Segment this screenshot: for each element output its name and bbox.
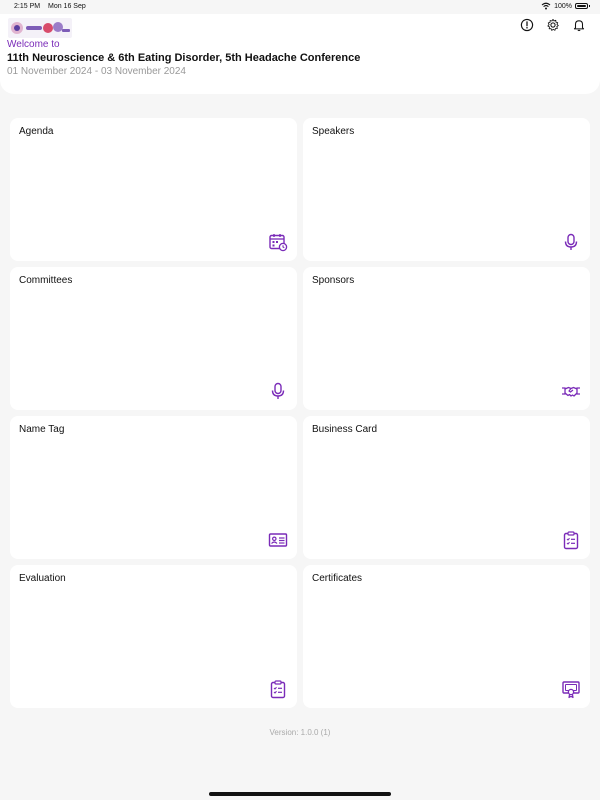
card-evaluation[interactable]: Evaluation: [10, 565, 297, 708]
status-date: Mon 16 Sep: [48, 3, 86, 10]
card-committees[interactable]: Committees: [10, 267, 297, 410]
status-indicators: 100%: [541, 2, 590, 10]
alert-icon[interactable]: [520, 18, 534, 32]
card-label: Agenda: [19, 126, 54, 137]
card-label: Evaluation: [19, 573, 66, 584]
id-card-icon: [268, 530, 288, 550]
card-certificates[interactable]: Certificates: [303, 565, 590, 708]
calendar-icon: [268, 232, 288, 252]
status-bar: 2:15 PM Mon 16 Sep 100%: [0, 0, 600, 14]
battery-percent: 100%: [554, 2, 572, 10]
card-label: Committees: [19, 275, 73, 286]
header-actions: [520, 18, 586, 32]
card-label: Business Card: [312, 424, 378, 435]
handshake-icon: [561, 381, 581, 401]
wifi-icon: [541, 2, 551, 10]
card-label: Sponsors: [312, 275, 355, 286]
card-name-tag[interactable]: Name Tag: [10, 416, 297, 559]
certificate-icon: [561, 679, 581, 699]
app-version: Version: 1.0.0 (1): [269, 728, 331, 737]
home-indicator[interactable]: [209, 792, 391, 796]
card-speakers[interactable]: Speakers: [303, 118, 590, 261]
status-time: 2:15 PM: [14, 3, 41, 10]
conference-dates: 01 November 2024 - 03 November 2024: [7, 66, 186, 77]
battery-icon: [575, 3, 590, 9]
card-business-card[interactable]: Business Card: [303, 416, 590, 559]
card-label: Name Tag: [19, 424, 65, 435]
clipboard-icon: [268, 679, 288, 699]
feature-grid: Agenda Speakers Committees Sponsors Name…: [10, 118, 590, 708]
card-label: Speakers: [312, 126, 355, 137]
welcome-label: Welcome to: [7, 39, 60, 50]
gear-icon[interactable]: [546, 18, 560, 32]
card-agenda[interactable]: Agenda: [10, 118, 297, 261]
clipboard-icon: [561, 530, 581, 550]
conference-title: 11th Neuroscience & 6th Eating Disorder,…: [7, 52, 361, 64]
microphone-icon: [561, 232, 581, 252]
app-header: Welcome to 11th Neuroscience & 6th Eatin…: [0, 14, 600, 94]
microphone-icon: [268, 381, 288, 401]
card-sponsors[interactable]: Sponsors: [303, 267, 590, 410]
card-label: Certificates: [312, 573, 363, 584]
bell-icon[interactable]: [572, 18, 586, 32]
conference-logo: [8, 17, 72, 39]
